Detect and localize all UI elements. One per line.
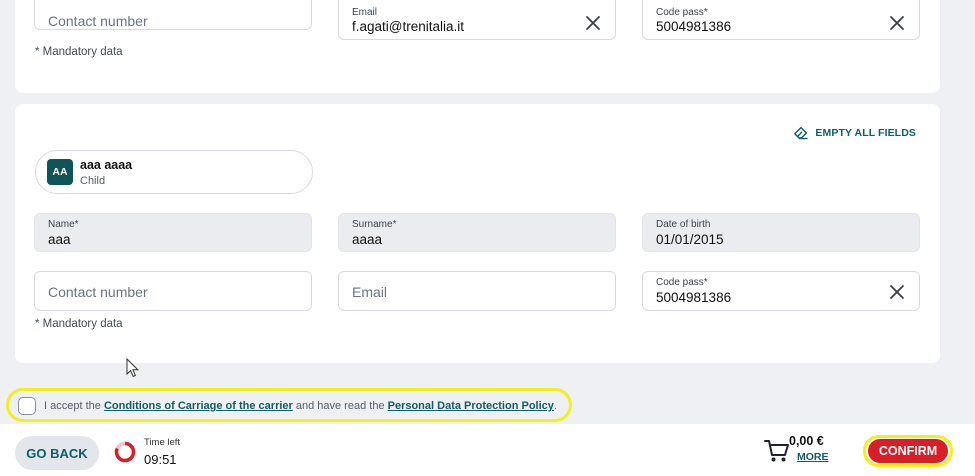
clear-code-pass-icon[interactable] <box>889 15 905 31</box>
more-link[interactable]: MORE <box>797 451 829 463</box>
data-protection-policy-link[interactable]: Personal Data Protection Policy <box>388 400 554 412</box>
surname-label: Surname* <box>352 219 397 230</box>
code-pass-label: Code pass* <box>656 7 708 18</box>
cart-icon[interactable] <box>764 438 790 464</box>
code-pass-field-2[interactable]: Code pass* 5004981386 <box>642 271 920 311</box>
consent-text: I accept the Conditions of Carriage of t… <box>44 400 557 412</box>
name-value: aaa <box>48 232 71 247</box>
name-field[interactable]: Name* aaa <box>34 213 312 252</box>
mandatory-note-2: * Mandatory data <box>35 318 123 330</box>
consent-prefix: I accept the <box>44 400 104 412</box>
avatar: AA <box>47 159 73 185</box>
eraser-icon <box>794 126 808 140</box>
mouse-cursor-icon <box>126 358 140 378</box>
date-of-birth-field[interactable]: Date of birth 01/01/2015 <box>642 213 920 252</box>
surname-value: aaaa <box>352 232 383 247</box>
contact-number-placeholder-2: Contact number <box>48 284 148 300</box>
time-left-label: Time left <box>144 437 181 448</box>
conditions-of-carriage-link[interactable]: Conditions of Carriage of the carrier <box>104 400 293 412</box>
clear-code-pass-icon-2[interactable] <box>889 284 905 300</box>
time-left-value: 09:51 <box>144 452 177 467</box>
consent-middle: and have read the <box>292 400 388 412</box>
code-pass-field[interactable]: Code pass* 5004981386 <box>642 0 920 40</box>
contact-number-input[interactable]: Contact number <box>34 0 312 30</box>
consent-suffix: . <box>553 400 557 412</box>
surname-field[interactable]: Surname* aaaa <box>338 213 616 252</box>
date-of-birth-label: Date of birth <box>656 219 711 230</box>
passenger-chip[interactable]: AA aaa aaaa Child <box>35 150 313 194</box>
consent-row: I accept the Conditions of Carriage of t… <box>6 388 572 422</box>
consent-checkbox[interactable] <box>18 397 36 415</box>
email-value: f.agati@trenitalia.it <box>352 19 465 34</box>
timer-icon <box>114 441 136 463</box>
email-placeholder-2: Email <box>352 284 388 300</box>
passenger-name: aaa aaaa <box>80 158 133 172</box>
passenger-card-2: EMPTY ALL FIELDS AA aaa aaaa Child Name*… <box>15 104 940 363</box>
empty-all-fields-label: EMPTY ALL FIELDS <box>815 127 916 139</box>
code-pass-label-2: Code pass* <box>656 277 708 288</box>
code-pass-value: 5004981386 <box>656 19 732 34</box>
email-field[interactable]: Email f.agati@trenitalia.it <box>338 0 616 40</box>
passenger-card-1: Contact number Email f.agati@trenitalia.… <box>15 0 940 93</box>
email-label: Email <box>352 7 378 18</box>
contact-number-input-2[interactable]: Contact number <box>34 271 312 311</box>
code-pass-value-2: 5004981386 <box>656 290 732 305</box>
contact-number-placeholder: Contact number <box>48 13 148 29</box>
clear-email-icon[interactable] <box>585 15 601 31</box>
name-label: Name* <box>48 219 79 230</box>
date-of-birth-value: 01/01/2015 <box>656 232 724 247</box>
empty-all-fields-button[interactable]: EMPTY ALL FIELDS <box>793 126 916 140</box>
total-price: 0,00 € <box>789 434 824 448</box>
footer-bar: GO BACK Time left 09:51 0,00 € MORE CONF… <box>0 424 975 476</box>
passenger-type: Child <box>80 175 106 187</box>
mandatory-note: * Mandatory data <box>35 46 123 58</box>
email-input-2[interactable]: Email <box>338 271 616 311</box>
confirm-button[interactable]: CONFIRM <box>868 439 948 463</box>
go-back-button[interactable]: GO BACK <box>15 436 99 470</box>
